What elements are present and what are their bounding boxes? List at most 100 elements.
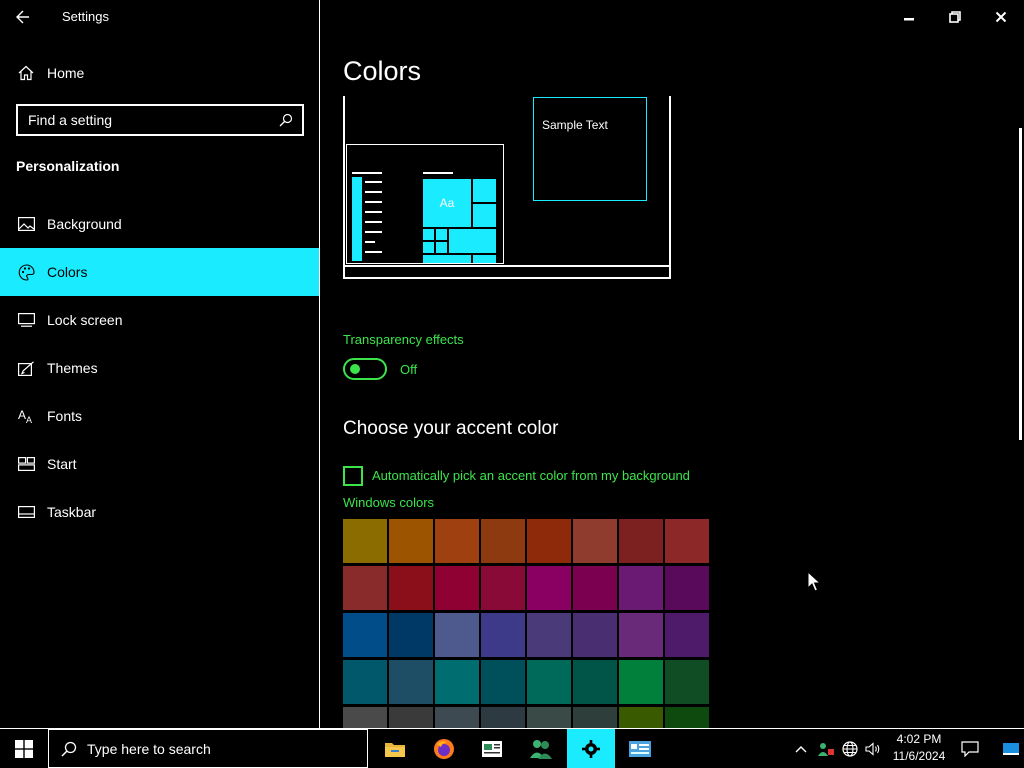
- fonts-icon: AA: [16, 406, 36, 426]
- restore-button[interactable]: [932, 0, 978, 34]
- people-icon: [530, 739, 552, 759]
- color-swatch[interactable]: [343, 566, 387, 610]
- preview-tile: [473, 179, 496, 202]
- find-setting-search[interactable]: Find a setting: [16, 104, 304, 136]
- color-swatch[interactable]: [389, 566, 433, 610]
- color-swatch[interactable]: [343, 660, 387, 704]
- color-swatch[interactable]: [619, 660, 663, 704]
- sidebar-item-themes[interactable]: Themes: [0, 344, 319, 392]
- taskbar-people[interactable]: [517, 729, 565, 768]
- home-icon: [16, 63, 36, 83]
- color-swatch[interactable]: [527, 566, 571, 610]
- close-icon: [995, 11, 1007, 23]
- taskbar-file-explorer[interactable]: [371, 729, 419, 768]
- color-swatch[interactable]: [435, 707, 479, 728]
- back-arrow-icon: [16, 10, 29, 24]
- auto-accent-label[interactable]: Automatically pick an accent color from …: [372, 468, 690, 483]
- clock-time: 4:02 PM: [896, 732, 942, 746]
- color-swatch[interactable]: [573, 707, 617, 728]
- accent-heading: Choose your accent color: [343, 418, 559, 439]
- auto-accent-checkbox[interactable]: [343, 466, 363, 486]
- search-icon: [61, 741, 77, 757]
- color-swatch[interactable]: [573, 660, 617, 704]
- color-swatch[interactable]: [665, 519, 709, 563]
- taskbar-clock[interactable]: 4:02 PM 11/6/2024: [886, 729, 952, 768]
- show-hidden-icons-button[interactable]: [789, 729, 813, 768]
- section-title: Personalization: [16, 158, 120, 174]
- color-swatch[interactable]: [527, 613, 571, 657]
- preview-tile: [423, 242, 434, 253]
- chevron-up-icon: [795, 745, 807, 752]
- color-swatch[interactable]: [481, 519, 525, 563]
- color-swatch[interactable]: [619, 613, 663, 657]
- app-title: Settings: [62, 9, 109, 24]
- search-placeholder[interactable]: Find a setting: [28, 112, 276, 128]
- sidebar-item-start[interactable]: Start: [0, 440, 319, 488]
- color-swatch[interactable]: [481, 707, 525, 728]
- sidebar-item-colors[interactable]: Colors: [0, 248, 319, 296]
- color-swatch[interactable]: [435, 519, 479, 563]
- close-button[interactable]: [978, 0, 1024, 34]
- tray-network-app[interactable]: [814, 729, 838, 768]
- color-swatch[interactable]: [573, 566, 617, 610]
- action-center-button[interactable]: [955, 729, 985, 768]
- color-swatch[interactable]: [619, 566, 663, 610]
- sidebar-item-fonts[interactable]: AA Fonts: [0, 392, 319, 440]
- color-swatch[interactable]: [435, 566, 479, 610]
- color-swatch[interactable]: [619, 707, 663, 728]
- color-swatch[interactable]: [619, 519, 663, 563]
- color-swatch[interactable]: [435, 660, 479, 704]
- taskbar-settings[interactable]: [567, 729, 615, 768]
- sidebar-item-background[interactable]: Background: [0, 200, 319, 248]
- color-swatch[interactable]: [527, 660, 571, 704]
- taskbar-firefox[interactable]: [420, 729, 468, 768]
- content-scrollbar[interactable]: [1019, 128, 1022, 440]
- color-swatch[interactable]: [389, 707, 433, 728]
- color-swatch[interactable]: [665, 707, 709, 728]
- show-desktop-button[interactable]: [998, 729, 1024, 768]
- color-swatch[interactable]: [435, 613, 479, 657]
- color-swatch[interactable]: [665, 660, 709, 704]
- minimize-button[interactable]: [886, 0, 932, 34]
- page-title: Colors: [343, 56, 422, 86]
- color-swatch[interactable]: [343, 613, 387, 657]
- sidebar-item-taskbar[interactable]: Taskbar: [0, 488, 319, 536]
- preview-line: [365, 181, 382, 183]
- preview-line: [365, 231, 382, 233]
- back-button[interactable]: [12, 6, 34, 28]
- taskbar-control-panel[interactable]: [616, 729, 664, 768]
- color-swatch[interactable]: [389, 519, 433, 563]
- color-swatch[interactable]: [573, 519, 617, 563]
- taskbar-search-placeholder[interactable]: Type here to search: [87, 741, 211, 757]
- color-swatch[interactable]: [343, 707, 387, 728]
- taskbar-news[interactable]: [468, 729, 516, 768]
- color-swatch[interactable]: [573, 613, 617, 657]
- settings-content: Colors Sample Text Aa Transparency effec…: [321, 0, 1024, 728]
- color-swatch[interactable]: [527, 519, 571, 563]
- transparency-label: Transparency effects: [343, 332, 464, 347]
- color-swatch[interactable]: [481, 566, 525, 610]
- color-swatch[interactable]: [665, 566, 709, 610]
- sidebar-item-lock-screen[interactable]: Lock screen: [0, 296, 319, 344]
- tray-network[interactable]: [838, 729, 862, 768]
- preview-line: [365, 211, 382, 213]
- sample-text: Sample Text: [542, 118, 608, 132]
- preview-tile-text: Aa: [439, 196, 455, 210]
- windows-colors-label: Windows colors: [343, 495, 435, 510]
- search-icon[interactable]: [276, 110, 296, 130]
- color-swatch[interactable]: [481, 660, 525, 704]
- start-button[interactable]: [0, 729, 48, 768]
- sidebar-item-label: Taskbar: [47, 504, 97, 520]
- color-swatch[interactable]: [389, 613, 433, 657]
- color-swatch[interactable]: [389, 660, 433, 704]
- nav-home[interactable]: Home: [0, 56, 320, 90]
- color-swatch[interactable]: [481, 613, 525, 657]
- tray-volume[interactable]: [861, 729, 885, 768]
- color-swatch[interactable]: [343, 519, 387, 563]
- transparency-toggle[interactable]: [343, 358, 387, 380]
- taskbar-search[interactable]: Type here to search: [48, 729, 368, 768]
- settings-gear-icon: [582, 739, 600, 758]
- sidebar-item-label: Themes: [47, 360, 98, 376]
- color-swatch[interactable]: [527, 707, 571, 728]
- color-swatch[interactable]: [665, 613, 709, 657]
